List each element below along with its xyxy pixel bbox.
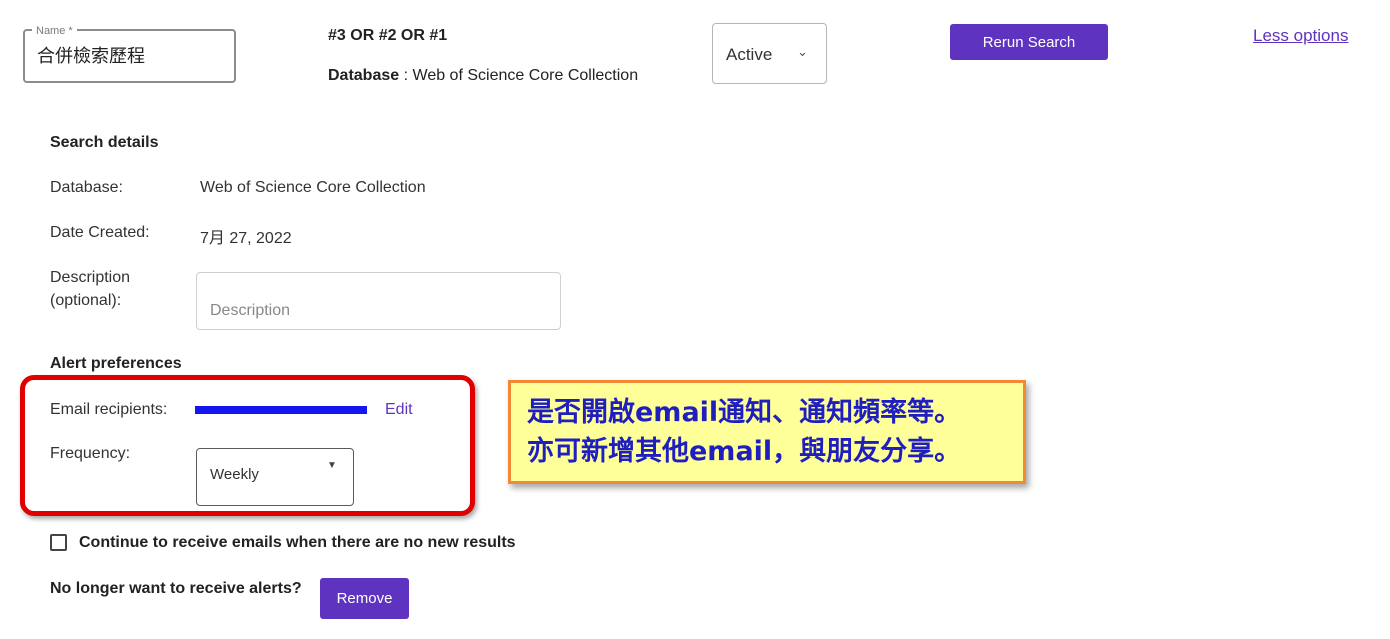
description-input[interactable] — [196, 272, 561, 330]
name-field-value[interactable]: 合併檢索歷程 — [37, 42, 145, 68]
less-options-link[interactable]: Less options — [1253, 26, 1348, 46]
date-created-label: Date Created: — [50, 224, 150, 241]
description-optional-label: (optional): — [50, 292, 122, 309]
alert-preferences-heading: Alert preferences — [50, 355, 182, 372]
remove-alert-button[interactable]: Remove — [320, 578, 409, 619]
search-details-heading: Search details — [50, 134, 159, 151]
continue-emails-label[interactable]: Continue to receive emails when there ar… — [79, 534, 516, 552]
header-database-label: Database — [328, 67, 400, 84]
continue-emails-checkbox[interactable] — [50, 534, 67, 551]
highlight-frame — [20, 375, 475, 516]
callout-line-1: 是否開啟email通知、通知頻率等。 — [527, 397, 962, 428]
no-longer-alerts-label: No longer want to receive alerts? — [50, 580, 302, 597]
header-database-value: Web of Science Core Collection — [412, 67, 639, 84]
rerun-search-button[interactable]: Rerun Search — [950, 24, 1108, 60]
header-database: Database : Web of Science Core Collectio… — [328, 67, 638, 85]
status-selected-value: Active — [726, 45, 773, 64]
header-database-separator: : — [399, 67, 413, 84]
chevron-down-icon: ⌄ — [797, 44, 808, 59]
search-query: #3 OR #2 OR #1 — [328, 27, 448, 44]
annotation-callout: 是否開啟email通知、通知頻率等。 亦可新增其他email，與朋友分享。 — [508, 380, 1026, 484]
database-value: Web of Science Core Collection — [200, 179, 426, 196]
status-select[interactable]: Active ⌄ — [712, 23, 827, 84]
description-label: Description — [50, 269, 131, 286]
date-created-value: 7月 27, 2022 — [200, 230, 292, 247]
callout-line-2: 亦可新增其他email，與朋友分享。 — [527, 436, 962, 467]
database-label: Database: — [50, 179, 123, 196]
name-field-label: Name * — [32, 24, 77, 38]
